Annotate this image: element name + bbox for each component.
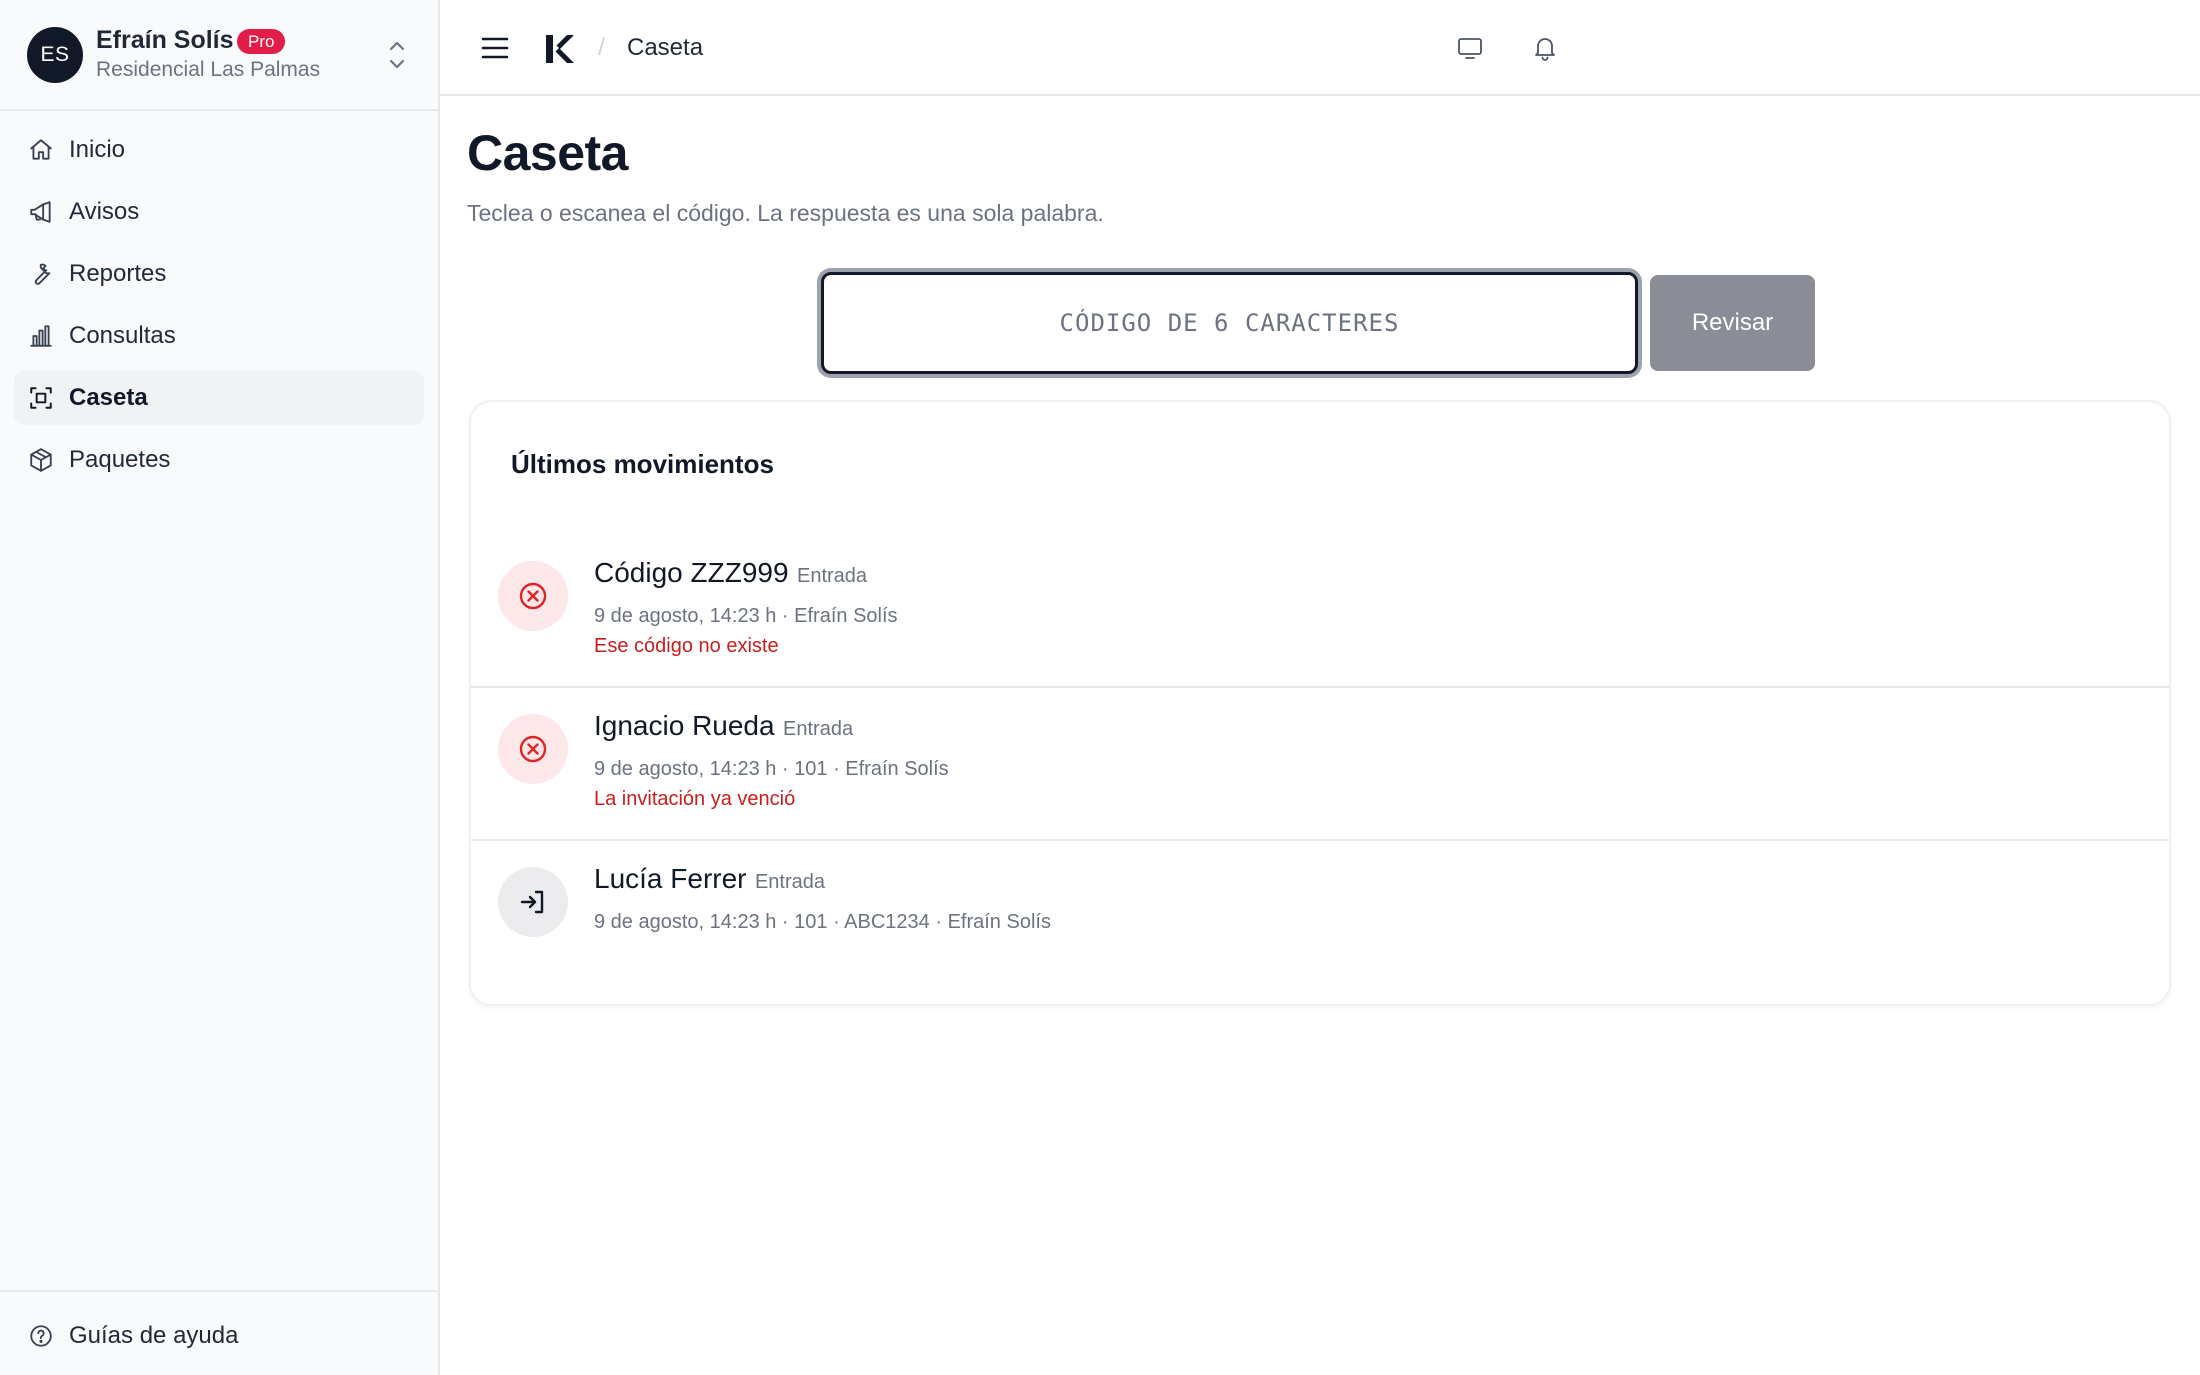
log-in-icon (520, 890, 544, 914)
movement-kind: Entrada (797, 565, 868, 587)
list-item[interactable]: Código ZZZ999 Entrada 9 de agosto, 14:23… (471, 535, 2169, 688)
movement-kind: Entrada (754, 871, 826, 893)
x-circle-icon (519, 582, 547, 610)
megaphone-icon (30, 201, 51, 223)
movement-meta: 9 de agosto, 14:23 h · 101 · ABC1234 · E… (594, 911, 1051, 933)
status-badge (498, 561, 568, 631)
logo-icon[interactable] (543, 32, 577, 66)
home-icon (30, 139, 52, 160)
visitor-name: Lucía Ferrer (594, 863, 747, 894)
row-title: Lucía Ferrer Entrada (594, 863, 825, 895)
scan-icon (30, 387, 52, 409)
sidebar-item-label: Avisos (69, 198, 140, 225)
check-code-button[interactable]: Revisar (1650, 275, 1815, 371)
movement-meta: 9 de agosto, 14:23 h · Efraín Solís (594, 605, 898, 627)
sidebar-item-reportes[interactable]: Reportes (14, 247, 424, 301)
sidebar-item-inicio[interactable]: Inicio (14, 123, 424, 177)
card-title: Últimos movimientos (511, 449, 774, 479)
sidebar-item-consultas[interactable]: Consultas (14, 309, 424, 363)
package-icon (30, 448, 52, 472)
list-item[interactable]: Ignacio Rueda Entrada 9 de agosto, 14:23… (471, 688, 2169, 841)
sidebar-footer: Guías de ayuda (0, 1290, 438, 1375)
code-input[interactable] (821, 272, 1638, 374)
list-item[interactable]: Lucía Ferrer Entrada 9 de agosto, 14:23 … (471, 841, 2169, 994)
row-title: Código ZZZ999 Entrada (594, 557, 867, 589)
error-message: Ese código no existe (594, 635, 779, 657)
account-switcher[interactable]: ES Efraín Solís Pro Residencial Las Palm… (0, 0, 438, 111)
sidebar-item-label: Caseta (69, 384, 148, 411)
page-title: Caseta (467, 125, 629, 181)
community-name: Residencial Las Palmas (96, 58, 321, 81)
sidebar-item-label: Inicio (69, 136, 126, 163)
status-badge (498, 867, 568, 937)
sidebar-item-label: Reportes (69, 260, 167, 287)
help-guides-link[interactable]: Guías de ayuda (28, 1322, 238, 1350)
sidebar-item-label: Consultas (69, 322, 176, 349)
bar-chart-icon (30, 325, 52, 347)
sidebar: ES Efraín Solís Pro Residencial Las Palm… (0, 0, 440, 1375)
avatar: ES (27, 27, 83, 83)
movement-kind: Entrada (783, 718, 854, 740)
sidebar-item-avisos[interactable]: Avisos (14, 185, 424, 239)
recent-movements-card: Últimos movimientos Código ZZZ999 Entrad… (469, 400, 2171, 1006)
sidebar-nav: Inicio Avisos Reportes Consultas Caseta … (14, 123, 424, 495)
help-circle-icon (30, 1325, 52, 1347)
breadcrumb: Caseta (627, 34, 704, 61)
error-message: La invitación ya venció (594, 788, 796, 810)
movements-list: Código ZZZ999 Entrada 9 de agosto, 14:23… (471, 535, 2169, 994)
menu-icon[interactable] (480, 34, 510, 62)
chevron-up-down-icon[interactable] (384, 38, 410, 72)
account-name: Efraín Solís (96, 26, 234, 54)
plan-badge: Pro (237, 29, 286, 54)
help-guides-label: Guías de ayuda (69, 1322, 239, 1349)
row-title: Ignacio Rueda Entrada (594, 710, 853, 742)
status-badge (498, 714, 568, 784)
visitor-name: Ignacio Rueda (594, 710, 775, 741)
movement-meta: 9 de agosto, 14:23 h · 101 · Efraín Solí… (594, 758, 949, 780)
monitor-icon[interactable] (1456, 34, 1484, 62)
bell-icon[interactable] (1531, 34, 1559, 62)
visitor-name: Código ZZZ999 (594, 557, 789, 588)
x-circle-icon (519, 735, 547, 763)
sidebar-item-label: Paquetes (69, 446, 171, 473)
wrench-icon (34, 263, 51, 285)
sidebar-item-paquetes[interactable]: Paquetes (14, 433, 424, 487)
page-subtitle: Teclea o escanea el código. La respuesta… (467, 200, 1104, 226)
topbar: / Caseta (440, 0, 2200, 96)
breadcrumb-separator: / (598, 33, 605, 61)
sidebar-item-caseta[interactable]: Caseta (14, 371, 424, 425)
